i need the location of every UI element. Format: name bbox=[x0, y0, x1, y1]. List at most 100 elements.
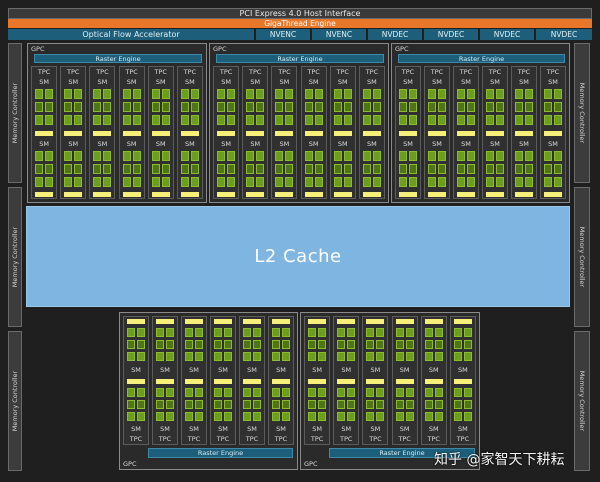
gpc-top-3: GPC Raster Engine TPC SM SM TPC SM SM TPC SM SM TPC… bbox=[391, 43, 570, 203]
sm-label: SM bbox=[458, 365, 468, 374]
sm-cache-bar bbox=[246, 192, 265, 197]
sm-cache-bar bbox=[35, 192, 54, 197]
sm-label: SM bbox=[490, 139, 500, 148]
sm-cache-bar bbox=[395, 319, 414, 324]
cuda-core-cluster bbox=[467, 89, 475, 100]
cuda-core-cluster bbox=[343, 176, 352, 187]
cuda-core-cluster bbox=[282, 328, 290, 338]
cuda-core-cluster bbox=[45, 89, 54, 100]
cuda-core-cluster bbox=[93, 176, 102, 187]
sm-label: SM bbox=[221, 78, 231, 86]
cuda-core-cluster bbox=[166, 352, 174, 362]
cuda-core-cluster bbox=[64, 89, 73, 100]
gpc-label: GPC bbox=[395, 45, 409, 53]
sm-cache-bar bbox=[424, 378, 443, 384]
cuda-core-cluster bbox=[156, 328, 164, 338]
cuda-core-cluster bbox=[185, 399, 193, 409]
sm-cache-bar bbox=[457, 192, 475, 197]
sm-label: SM bbox=[461, 139, 471, 148]
cuda-core-cluster bbox=[35, 102, 44, 113]
cuda-core-cluster bbox=[272, 340, 280, 350]
cuda-core-cluster bbox=[227, 115, 236, 126]
cuda-core-cluster bbox=[366, 411, 375, 421]
tpc-label: TPC bbox=[278, 68, 291, 76]
cuda-core-cluster bbox=[151, 102, 160, 113]
cuda-core-cluster bbox=[362, 150, 371, 161]
cuda-core-cluster bbox=[122, 176, 131, 187]
sm-cache-bar bbox=[486, 192, 504, 197]
cuda-core-cluster bbox=[93, 102, 102, 113]
tpc-label: TPC bbox=[67, 68, 80, 76]
sm-cache-bar bbox=[217, 130, 236, 136]
cuda-core-cluster bbox=[285, 176, 294, 187]
sm-cache-bar bbox=[272, 378, 290, 384]
sm-cache-bar bbox=[428, 192, 446, 197]
tpc-label: TPC bbox=[96, 68, 109, 76]
sm-label: SM bbox=[160, 365, 170, 374]
cuda-core-cluster bbox=[554, 176, 562, 187]
cuda-core-cluster bbox=[515, 163, 523, 174]
tpc-block: TPC SM SM bbox=[304, 316, 331, 445]
cuda-core-cluster bbox=[217, 150, 226, 161]
cuda-core-cluster bbox=[337, 387, 346, 397]
cuda-core-cluster bbox=[395, 352, 404, 362]
cuda-core-cluster bbox=[256, 115, 265, 126]
cuda-core-cluster bbox=[366, 399, 375, 409]
cuda-core-cluster bbox=[156, 352, 164, 362]
cuda-core-cluster bbox=[161, 150, 170, 161]
cuda-core-cluster bbox=[515, 89, 523, 100]
tpc-label: TPC bbox=[249, 68, 262, 76]
cuda-core-cluster bbox=[103, 176, 112, 187]
cuda-core-cluster bbox=[253, 387, 261, 397]
cuda-core-cluster bbox=[224, 352, 232, 362]
cuda-core-cluster bbox=[285, 89, 294, 100]
sm-label: SM bbox=[189, 425, 199, 433]
cuda-core-cluster bbox=[161, 176, 170, 187]
cuda-core-cluster bbox=[376, 411, 385, 421]
cuda-core-cluster bbox=[372, 163, 381, 174]
cuda-core-cluster bbox=[256, 89, 265, 100]
cuda-core-cluster bbox=[376, 328, 385, 338]
cuda-core-cluster bbox=[151, 115, 160, 126]
cuda-core-cluster bbox=[285, 115, 294, 126]
sm-label: SM bbox=[155, 78, 166, 86]
watermark-text: 知乎 @家智天下耕耘 bbox=[434, 452, 565, 468]
tpc-block: TPC SM SM bbox=[271, 66, 298, 199]
sm-label: SM bbox=[126, 139, 137, 148]
sm-label: SM bbox=[458, 425, 468, 433]
cuda-core-cluster bbox=[246, 102, 255, 113]
sm-cache-bar bbox=[333, 192, 352, 197]
cuda-core-cluster bbox=[217, 163, 226, 174]
cuda-core-cluster bbox=[314, 176, 323, 187]
cuda-core-cluster bbox=[308, 328, 317, 338]
cuda-core-cluster bbox=[409, 102, 417, 113]
sm-cache-bar bbox=[64, 192, 83, 197]
tpc-block: TPC SM SM bbox=[210, 316, 236, 445]
codec-nvenc-1: NVENC bbox=[256, 29, 310, 40]
cuda-core-cluster bbox=[308, 352, 317, 362]
cuda-core-cluster bbox=[132, 89, 141, 100]
memory-controller-left-2: Memory Controller bbox=[8, 187, 22, 327]
cuda-core-cluster bbox=[151, 150, 160, 161]
sm-cache-bar bbox=[515, 192, 533, 197]
memory-controller-left-1: Memory Controller bbox=[8, 43, 22, 183]
cuda-core-cluster bbox=[438, 163, 446, 174]
cuda-core-cluster bbox=[272, 352, 280, 362]
cuda-core-cluster bbox=[453, 411, 462, 421]
cuda-core-cluster bbox=[180, 150, 189, 161]
cuda-core-cluster bbox=[463, 399, 472, 409]
sm-cache-bar bbox=[457, 130, 475, 136]
cuda-core-cluster bbox=[424, 399, 433, 409]
sm-label: SM bbox=[279, 139, 290, 148]
tpc-label: TPC bbox=[37, 68, 51, 76]
cuda-core-cluster bbox=[399, 102, 407, 113]
tpc-label: TPC bbox=[219, 68, 233, 76]
sm-label: SM bbox=[403, 139, 413, 148]
cuda-core-cluster bbox=[64, 115, 73, 126]
cuda-core-cluster bbox=[224, 328, 232, 338]
sm-cache-bar bbox=[362, 130, 381, 136]
cuda-core-cluster bbox=[227, 176, 236, 187]
cuda-core-cluster bbox=[395, 328, 404, 338]
sm-cache-bar bbox=[272, 319, 290, 324]
sm-cache-bar bbox=[308, 319, 327, 324]
